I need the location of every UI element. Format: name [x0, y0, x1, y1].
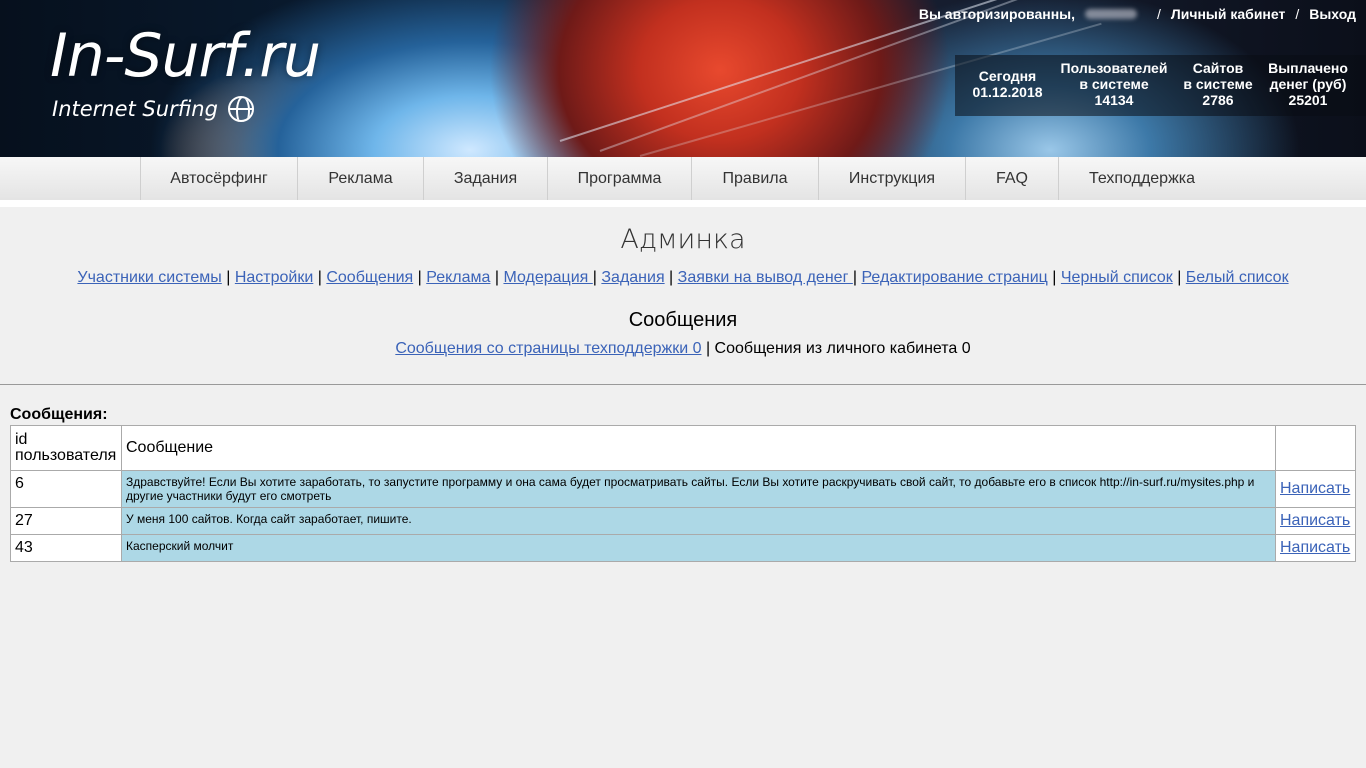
site-logo[interactable]: In-Surf.ru	[50, 26, 321, 86]
page-title: Админка	[620, 224, 746, 255]
separator: |	[490, 269, 504, 286]
cabinet-link[interactable]: Личный кабинет	[1171, 6, 1285, 22]
auth-text: Вы авторизированны,	[918, 6, 1076, 22]
nav-advertising[interactable]: Реклама	[298, 157, 424, 200]
nav-faq[interactable]: FAQ	[966, 157, 1059, 200]
stat-users-value: 14134	[1094, 92, 1134, 108]
messages-table: id пользователя Сообщение 6 Здравствуйте…	[10, 425, 1356, 562]
table-header-row: id пользователя Сообщение	[10, 425, 1356, 471]
messages-submenu: Сообщения со страницы техподдержки 0 | С…	[0, 340, 1366, 358]
admin-link-settings[interactable]: Настройки	[235, 269, 313, 286]
nav-autosurfing[interactable]: Автосёрфинг	[140, 157, 298, 200]
column-header-message: Сообщение	[121, 425, 1276, 471]
separator: |	[413, 269, 427, 286]
message-cell: Здравствуйте! Если Вы хотите заработать,…	[121, 470, 1276, 508]
stat-sites-label: Сайтов	[1192, 60, 1244, 76]
messages-table-label: Сообщения:	[10, 406, 108, 423]
stat-sites: Сайтов в системе 2786	[1178, 60, 1258, 108]
stat-paid-label: денег (руб)	[1269, 76, 1347, 92]
nav-tasks[interactable]: Задания	[424, 157, 548, 200]
user-id-cell: 43	[10, 534, 122, 562]
separator: |	[221, 269, 235, 286]
admin-link-edit-pages[interactable]: Редактирование страниц	[861, 269, 1047, 286]
section-title: Сообщения	[628, 309, 738, 331]
stat-today-label: Сегодня	[978, 68, 1037, 84]
column-header-action	[1275, 425, 1356, 471]
admin-link-advertising[interactable]: Реклама	[426, 269, 490, 286]
stat-users: Пользователей в системе 14134	[1060, 60, 1168, 108]
separator: |	[701, 340, 715, 357]
action-cell: Написать	[1275, 507, 1356, 535]
support-messages-link[interactable]: Сообщения со страницы техподдержки 0	[395, 340, 701, 357]
nav-program[interactable]: Программа	[548, 157, 692, 200]
reply-link[interactable]: Написать	[1280, 539, 1350, 556]
stat-today-value: 01.12.2018	[972, 84, 1043, 100]
stat-paid: Выплачено денег (руб) 25201	[1265, 60, 1351, 108]
username-blurred	[1085, 9, 1138, 19]
logout-link[interactable]: Выход	[1309, 6, 1356, 22]
stat-users-label: в системе	[1079, 76, 1149, 92]
separator: |	[664, 269, 678, 286]
stat-sites-value: 2786	[1202, 92, 1234, 108]
stat-today: Сегодня 01.12.2018	[965, 68, 1050, 100]
site-tagline: Internet Surfing	[52, 96, 254, 122]
admin-link-moderation[interactable]: Модерация	[503, 269, 592, 286]
separator: |	[1172, 269, 1186, 286]
section-divider	[0, 384, 1366, 385]
admin-link-whitelist[interactable]: Белый список	[1186, 269, 1289, 286]
separator: |	[1047, 269, 1061, 286]
admin-link-tasks[interactable]: Задания	[601, 269, 664, 286]
admin-link-messages[interactable]: Сообщения	[326, 269, 413, 286]
tagline-text: Internet Surfing	[52, 97, 218, 121]
nav-rules[interactable]: Правила	[692, 157, 819, 200]
admin-menu: Участники системы | Настройки | Сообщени…	[0, 269, 1366, 287]
user-id-cell: 27	[10, 507, 122, 535]
separator: /	[1157, 6, 1161, 22]
message-cell: У меня 100 сайтов. Когда сайт заработает…	[121, 507, 1276, 535]
action-cell: Написать	[1275, 470, 1356, 508]
nav-divider	[0, 200, 1366, 207]
table-row: 27 У меня 100 сайтов. Когда сайт заработ…	[10, 507, 1356, 535]
user-bar: Вы авторизированны, / Личный кабинет / В…	[909, 6, 1356, 22]
site-header: In-Surf.ru Internet Surfing Вы авторизир…	[0, 0, 1366, 157]
stat-sites-label: в системе	[1183, 76, 1253, 92]
message-cell: Касперский молчит	[121, 534, 1276, 562]
separator: /	[1295, 6, 1300, 22]
nav-support[interactable]: Техподдержка	[1059, 157, 1225, 200]
reply-link[interactable]: Написать	[1280, 480, 1350, 497]
table-row: 43 Касперский молчит Написать	[10, 534, 1356, 562]
stat-paid-value: 25201	[1288, 92, 1328, 108]
main-nav: Автосёрфинг Реклама Задания Программа Пр…	[0, 157, 1366, 200]
globe-icon	[227, 96, 254, 122]
nav-instruction[interactable]: Инструкция	[819, 157, 966, 200]
stat-paid-label: Выплачено	[1268, 60, 1348, 76]
action-cell: Написать	[1275, 534, 1356, 562]
stat-users-label: Пользователей	[1060, 60, 1168, 76]
admin-link-blacklist[interactable]: Черный список	[1061, 269, 1173, 286]
separator: |	[313, 269, 327, 286]
admin-link-users[interactable]: Участники системы	[77, 269, 221, 286]
reply-link[interactable]: Написать	[1280, 512, 1350, 529]
admin-link-withdrawals[interactable]: Заявки на вывод денег	[678, 269, 853, 286]
column-header-id: id пользователя	[10, 425, 122, 471]
user-id-cell: 6	[10, 470, 122, 508]
cabinet-messages-text: Сообщения из личного кабинета 0	[714, 340, 971, 357]
table-row: 6 Здравствуйте! Если Вы хотите заработат…	[10, 470, 1356, 508]
